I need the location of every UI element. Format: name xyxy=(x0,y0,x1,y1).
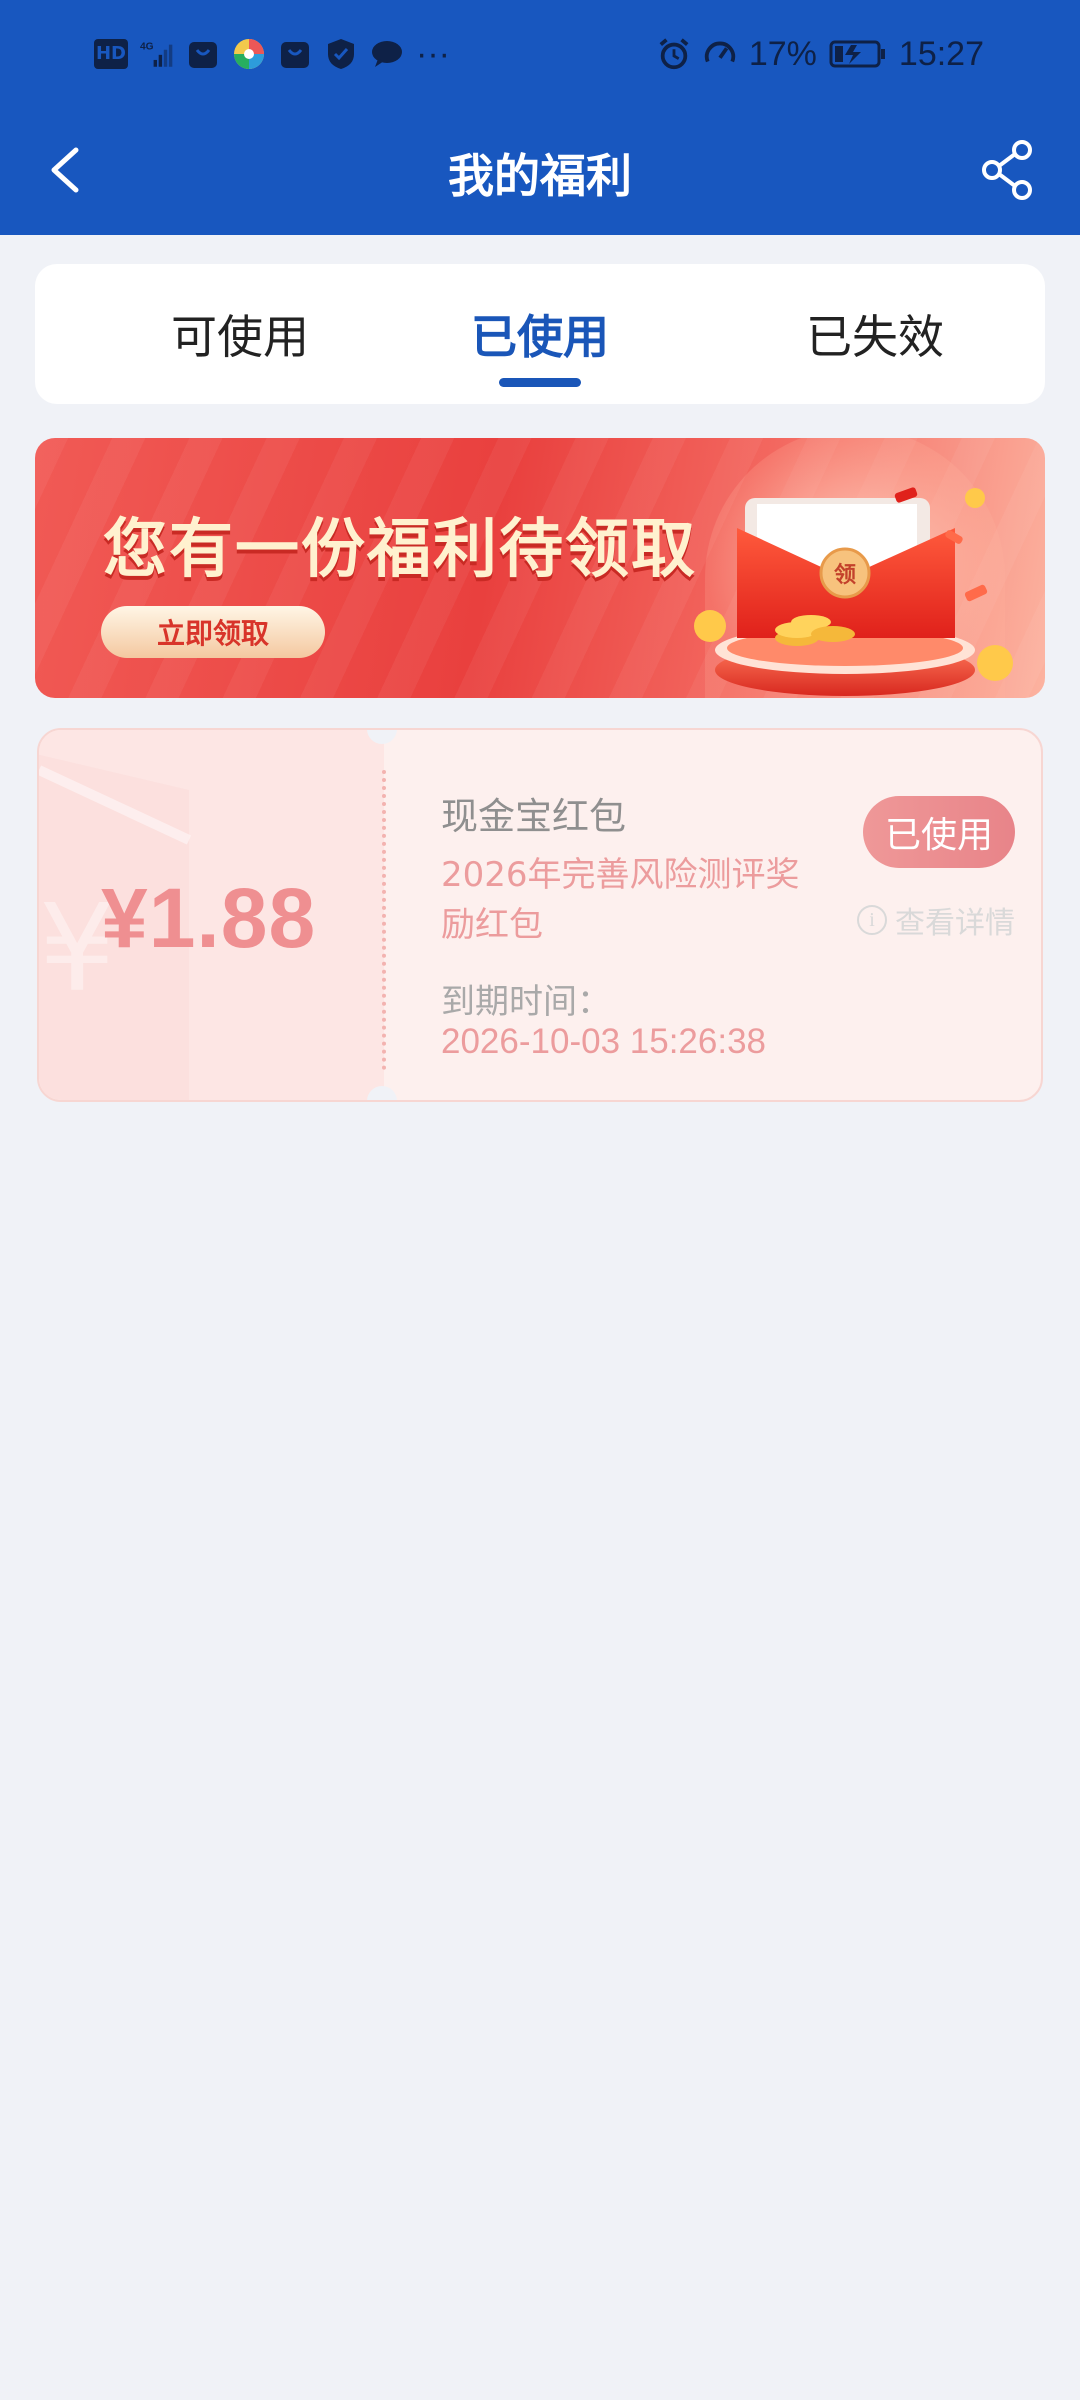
view-details-label: 查看详情 xyxy=(895,906,1015,941)
expire-label: 到期时间： xyxy=(441,982,611,1022)
coupon-divider xyxy=(382,770,386,1070)
more-notifications-icon: ··· xyxy=(416,34,450,73)
svg-text:4G: 4G xyxy=(140,42,154,53)
share-icon xyxy=(982,140,1032,200)
status-left-icons: HD 4G ··· xyxy=(94,34,450,74)
tab-expired[interactable]: 已失效 xyxy=(725,264,1025,404)
app-header: HD 4G ··· 17% 15:27 我的福利 xyxy=(0,0,1080,235)
app-colorful-icon xyxy=(232,37,266,71)
chat-bubble-icon xyxy=(370,37,404,71)
coupon-description: 2026年完善风险测评奖励红包 xyxy=(441,855,800,945)
clock: 15:27 xyxy=(898,34,984,73)
coupon-name: 现金宝红包 xyxy=(441,795,626,838)
view-details-link[interactable]: i 查看详情 xyxy=(857,898,1015,942)
promo-banner[interactable]: 您有一份福利待领取 立即领取 领 xyxy=(35,438,1045,698)
tab-bar: 可使用 已使用 已失效 xyxy=(35,264,1045,404)
page-title: 我的福利 xyxy=(448,149,632,203)
battery-percent: 17% xyxy=(748,34,817,73)
active-tab-indicator xyxy=(499,378,581,387)
coupon-amount-panel: ¥ ¥1.88 xyxy=(39,730,384,1100)
tab-available[interactable]: 可使用 xyxy=(90,264,390,404)
info-icon: i xyxy=(857,905,887,935)
signal-icon: 4G xyxy=(140,37,174,71)
hd-icon: HD xyxy=(94,39,128,69)
expire-time: 2026-10-03 15:26:38 xyxy=(441,1022,766,1061)
envelope-seal-text: 领 xyxy=(834,562,856,588)
alarm-icon xyxy=(657,37,691,71)
status-right-icons: 17% 15:27 xyxy=(657,34,984,74)
shopping-bag-icon xyxy=(186,37,220,71)
shopping-bag-icon xyxy=(278,37,312,71)
shield-icon xyxy=(324,37,358,71)
coupon-amount: ¥1.88 xyxy=(101,871,317,965)
navigation-bar: 我的福利 xyxy=(0,108,1080,235)
status-bar: HD 4G ··· 17% 15:27 xyxy=(0,0,1080,108)
claim-now-button[interactable]: 立即领取 xyxy=(101,606,325,658)
coupon-card[interactable]: ¥ ¥1.88 现金宝红包 2026年完善风险测评奖励红包 到期时间： 2026… xyxy=(37,728,1043,1102)
red-envelope-illustration: 领 xyxy=(665,438,1045,698)
share-button[interactable] xyxy=(976,138,1040,202)
battery-charging-icon xyxy=(829,37,887,71)
banner-title: 您有一份福利待领取 xyxy=(103,513,697,587)
status-badge: 已使用 xyxy=(863,796,1015,868)
speed-meter-icon xyxy=(703,37,737,71)
